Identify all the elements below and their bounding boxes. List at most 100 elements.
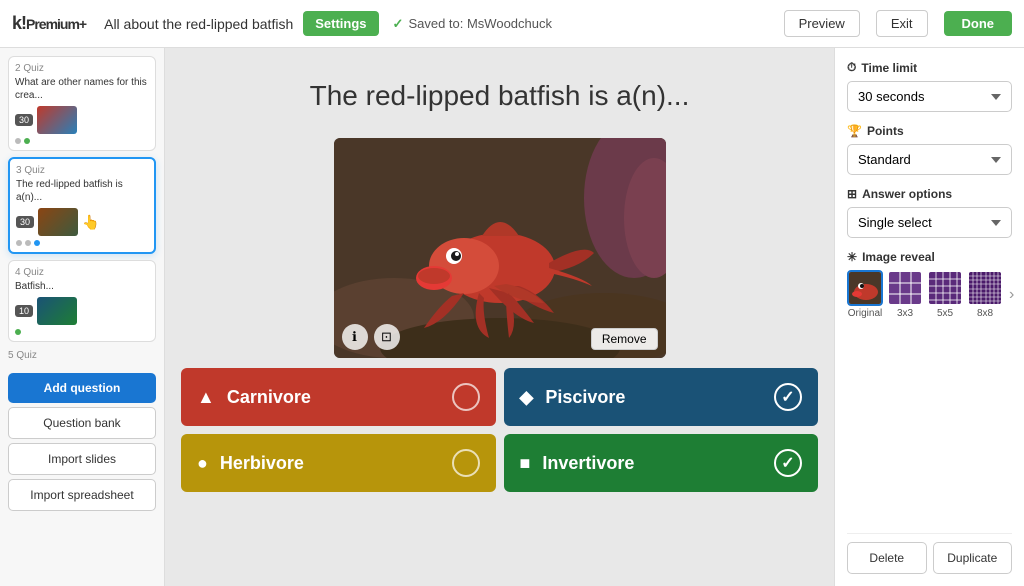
dot-green	[24, 138, 30, 144]
answer-options-icon: ⊞	[847, 187, 857, 201]
quiz-card-2[interactable]: 2 Quiz What are other names for this cre…	[8, 56, 156, 151]
time-limit-icon: ⏱	[847, 60, 856, 75]
quiz-card-2-title: What are other names for this crea...	[15, 76, 149, 102]
quiz-card-3-thumb	[38, 208, 78, 236]
question-title: The red-lipped batfish is a(n)...	[181, 64, 818, 128]
exit-button[interactable]: Exit	[876, 10, 928, 37]
delete-button[interactable]: Delete	[847, 542, 927, 574]
quiz-card-2-image	[37, 106, 77, 134]
points-select[interactable]: Standard	[847, 144, 1012, 175]
quiz-card-4-image	[37, 297, 77, 325]
dot	[25, 240, 31, 246]
points-icon: 🏆	[847, 124, 862, 138]
answer-options-section: ⊞ Answer options Single select	[847, 187, 1012, 238]
reveal-3x3[interactable]: 3x3	[887, 270, 923, 319]
dot-green	[15, 329, 21, 335]
dot-blue	[34, 240, 40, 246]
reveal-3x3-image	[889, 272, 923, 306]
main-content: The red-lipped batfish is a(n)...	[165, 48, 834, 586]
question-bank-button[interactable]: Question bank	[8, 407, 156, 439]
time-limit-label: ⏱ Time limit	[847, 60, 1012, 75]
quiz-card-3-image	[38, 208, 78, 236]
sidebar: 2 Quiz What are other names for this cre…	[0, 48, 165, 586]
image-reveal-label: ✳ Image reveal	[847, 250, 1012, 264]
reveal-5x5[interactable]: 5x5	[927, 270, 963, 319]
panel-bottom-actions: Delete Duplicate	[847, 533, 1012, 574]
sidebar-actions: Add question Question bank Import slides…	[8, 373, 156, 511]
circle-icon: ●	[197, 453, 208, 474]
quiz-card-3[interactable]: 3 Quiz The red-lipped batfish is a(n)...…	[8, 157, 156, 254]
carnivore-check	[452, 383, 480, 411]
answer-invertivore[interactable]: ■ Invertivore ✓	[504, 434, 819, 492]
duplicate-button[interactable]: Duplicate	[933, 542, 1013, 574]
quiz-card-4-dots	[15, 329, 149, 335]
reveal-thumb-5x5[interactable]	[927, 270, 963, 306]
quiz-card-2-timer: 30	[15, 114, 33, 126]
remove-button[interactable]: Remove	[591, 328, 658, 350]
time-limit-select[interactable]: 30 seconds	[847, 81, 1012, 112]
import-spreadsheet-button[interactable]: Import spreadsheet	[8, 479, 156, 511]
answers-grid: ▲ Carnivore ◆ Piscivore ✓ ● Herbivore ■ …	[181, 368, 818, 492]
reveal-thumb-3x3[interactable]	[887, 270, 923, 306]
time-limit-section: ⏱ Time limit 30 seconds	[847, 60, 1012, 112]
settings-button[interactable]: Settings	[303, 11, 378, 36]
cursor-icon: 👆	[82, 214, 99, 231]
quiz-card-3-label: 3 Quiz	[16, 165, 148, 176]
herbivore-check	[452, 449, 480, 477]
image-controls: ℹ ⊡	[342, 324, 400, 350]
done-button[interactable]: Done	[944, 11, 1013, 36]
crop-button[interactable]: ⊡	[374, 324, 400, 350]
reveal-5x5-label: 5x5	[937, 308, 953, 319]
quiz5-label: 5 Quiz	[8, 348, 156, 363]
reveal-8x8[interactable]: 8x8	[967, 270, 1003, 319]
question-image-container: ℹ ⊡ Remove	[334, 138, 666, 358]
saved-indicator: ✓ Saved to: MsWoodchuck	[393, 16, 552, 32]
quiz-card-2-dots	[15, 138, 149, 144]
answer-herbivore-text: Herbivore	[220, 453, 440, 474]
add-question-button[interactable]: Add question	[8, 373, 156, 403]
quiz-card-3-inner: 30 👆	[16, 208, 148, 236]
right-panel: ⏱ Time limit 30 seconds 🏆 Points Standar…	[834, 48, 1024, 586]
invertivore-check: ✓	[774, 449, 802, 477]
app-header: k!Premium+ All about the red-lipped batf…	[0, 0, 1024, 48]
document-title: All about the red-lipped batfish	[104, 16, 293, 32]
quiz-card-2-label: 2 Quiz	[15, 63, 149, 74]
reveal-options: Original 3x3	[847, 270, 1012, 319]
image-reveal-section: ✳ Image reveal Original	[847, 250, 1012, 319]
dot	[15, 138, 21, 144]
answer-carnivore-text: Carnivore	[227, 387, 440, 408]
image-reveal-icon: ✳	[847, 250, 857, 264]
quiz-card-2-inner: 30	[15, 106, 149, 134]
reveal-original-image	[849, 272, 883, 306]
quiz-card-3-title: The red-lipped batfish is a(n)...	[16, 178, 148, 204]
answer-options-label: ⊞ Answer options	[847, 187, 1012, 201]
triangle-icon: ▲	[197, 387, 215, 408]
points-section: 🏆 Points Standard	[847, 124, 1012, 175]
reveal-3x3-label: 3x3	[897, 308, 913, 319]
quiz-card-4-inner: 10	[15, 297, 149, 325]
quiz-card-4-timer: 10	[15, 305, 33, 317]
quiz-card-3-timer: 30	[16, 216, 34, 228]
square-icon: ■	[520, 453, 531, 474]
reveal-next-button[interactable]: ›	[1009, 286, 1014, 304]
diamond-icon: ◆	[520, 387, 534, 408]
preview-button[interactable]: Preview	[784, 10, 860, 37]
quiz-card-4-thumb	[37, 297, 77, 325]
answer-invertivore-text: Invertivore	[542, 453, 762, 474]
quiz-card-4[interactable]: 4 Quiz Batfish... 10	[8, 260, 156, 342]
main-layout: 2 Quiz What are other names for this cre…	[0, 48, 1024, 586]
answer-herbivore[interactable]: ● Herbivore	[181, 434, 496, 492]
reveal-thumb-8x8[interactable]	[967, 270, 1003, 306]
answer-options-select[interactable]: Single select	[847, 207, 1012, 238]
dot	[16, 240, 22, 246]
points-label: 🏆 Points	[847, 124, 1012, 138]
quiz-card-4-label: 4 Quiz	[15, 267, 149, 278]
quiz-card-2-thumb	[37, 106, 77, 134]
answer-carnivore[interactable]: ▲ Carnivore	[181, 368, 496, 426]
answer-piscivore[interactable]: ◆ Piscivore ✓	[504, 368, 819, 426]
reveal-thumb-original[interactable]	[847, 270, 883, 306]
answer-piscivore-text: Piscivore	[545, 387, 762, 408]
info-button[interactable]: ℹ	[342, 324, 368, 350]
reveal-original[interactable]: Original	[847, 270, 883, 319]
import-slides-button[interactable]: Import slides	[8, 443, 156, 475]
